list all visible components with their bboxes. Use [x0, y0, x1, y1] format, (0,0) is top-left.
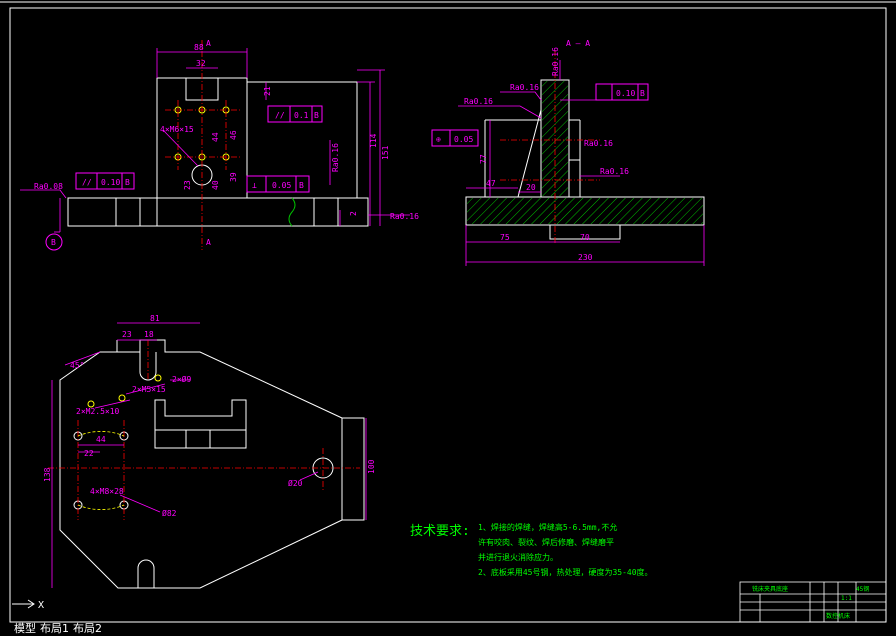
side-tol-pos-value: 0.05	[454, 135, 473, 144]
plan-dim-100: 100	[367, 459, 376, 474]
side-dim-47: 47	[486, 179, 496, 188]
title-block-title: 铣床夹具底座	[752, 585, 788, 593]
dim-46: 46	[229, 130, 238, 140]
front-break-line	[288, 197, 296, 227]
side-ra-right: Ra0.16	[600, 167, 629, 176]
tol-perp-symbol: ⊥	[252, 181, 257, 190]
plan-dim-81: 81	[150, 314, 160, 323]
tol-parallel-left-ref: B	[125, 178, 130, 187]
side-ra-mid: Ra0.16	[584, 139, 613, 148]
tech-req-line-2: 许有咬肉、裂纹、焊后修磨、焊缝磨平	[478, 537, 614, 547]
front-base-plate	[67, 197, 369, 227]
tab-model[interactable]: 模型	[14, 620, 36, 635]
plan-dim-23: 23	[122, 330, 132, 339]
side-section-label: A — A	[566, 39, 590, 48]
plan-note-2b9: 2×Ø9	[172, 374, 191, 384]
cad-drawing-canvas[interactable]: A A 88 32 21 46 44 39 40 23 2 114 151 4×…	[0, 0, 896, 632]
section-label-a-top: A	[206, 39, 211, 48]
front-view	[67, 77, 369, 227]
svg-text:X: X	[38, 600, 44, 611]
plan-right-ear	[341, 417, 365, 521]
tab-layout-2[interactable]: 布局2	[73, 620, 102, 635]
section-label-a-bottom: A	[206, 238, 211, 247]
plan-note-m5: 2×M5×15	[132, 385, 166, 394]
dim-40: 40	[211, 180, 220, 190]
ra-left: Ra0.08	[34, 182, 63, 191]
layout-tabs: 模型 布局1 布局2	[14, 620, 102, 635]
tab-layout-1[interactable]: 布局1	[40, 620, 69, 635]
tol-perp-ref: B	[299, 181, 304, 190]
side-ra-left: Ra0.16	[464, 97, 493, 106]
tech-req-line-4: 2、底板采用45号钢，热处理，硬度为35-40度。	[478, 567, 653, 577]
dim-44: 44	[211, 132, 220, 142]
ra-vertical: Ra0.16	[331, 143, 340, 172]
title-block-scale: 1:1	[841, 595, 852, 602]
plan-dim-138: 138	[43, 467, 52, 482]
dim-slot: 32	[196, 59, 206, 68]
hole-mark	[118, 394, 126, 402]
dim-151: 151	[381, 145, 390, 160]
tol-perp-value: 0.05	[272, 181, 291, 190]
tol-parallel-top-value: 0.1	[294, 111, 309, 120]
plan-view	[59, 339, 365, 589]
tech-requirements: 技术要求: 1、焊接的焊缝，焊缝高5-6.5mm,不允 许有咬肉、裂纹、焊后修磨…	[410, 522, 653, 577]
side-dim-230: 230	[578, 253, 593, 262]
plan-note-r82: Ø82	[162, 508, 177, 518]
title-block-text: 铣床夹具底座 1:1 45钢 数控机床	[752, 585, 869, 620]
plan-upright-section	[154, 399, 247, 449]
plan-dimensions	[51, 322, 367, 588]
tol-parallel-top-ref: B	[314, 111, 319, 120]
plan-note-m8: 4×M8×28	[90, 487, 124, 496]
ucs-icon: X	[12, 599, 44, 611]
dim-39: 39	[229, 172, 238, 182]
dim-2: 2	[349, 211, 358, 216]
side-ra-left-2: Ra0.16	[510, 83, 539, 92]
tol-parallel-left-value: 0.10	[101, 178, 120, 187]
tech-req-title: 技术要求:	[410, 524, 470, 539]
side-tol-top-ref: B	[640, 89, 645, 98]
dim-21: 21	[263, 86, 272, 96]
side-base-hatch	[467, 198, 703, 224]
dim-23: 23	[183, 180, 192, 190]
dim-114: 114	[369, 133, 378, 148]
plan-dim-44: 44	[96, 435, 106, 444]
plan-dim-45: 45°	[70, 361, 84, 370]
title-block-school: 数控机床	[826, 612, 850, 620]
hole-mark	[154, 374, 162, 382]
side-dim-70: 70	[580, 233, 590, 242]
side-dim-75: 75	[500, 233, 510, 242]
ra-right: Ra0.16	[390, 212, 419, 221]
plan-outline	[59, 339, 343, 589]
hole-note-m6: 4×M6×15	[160, 125, 194, 134]
front-center-lines	[165, 40, 240, 250]
tech-req-line-1: 1、焊接的焊缝，焊缝高5-6.5mm,不允	[478, 522, 617, 532]
datum-b-label: B	[51, 238, 56, 247]
side-ra-top: Ra0.16	[551, 47, 560, 76]
plan-dim-18: 18	[144, 330, 154, 339]
title-block-material: 45钢	[856, 585, 869, 593]
plan-notch-bottom	[137, 559, 155, 588]
plan-note-d20: Ø20	[288, 478, 303, 488]
tol-parallel-top-symbol: //	[275, 111, 285, 120]
plan-dim-22: 22	[84, 449, 94, 458]
tol-parallel-left-symbol: //	[82, 178, 92, 187]
side-tol-top-value: 0.10	[616, 89, 635, 98]
tech-req-line-3: 并进行退火消除应力。	[478, 552, 558, 562]
dim-width: 88	[194, 43, 204, 52]
side-dim-20: 20	[526, 183, 536, 192]
side-dim-77: 77	[479, 154, 488, 164]
side-tol-pos-symbol: ⊕	[436, 135, 441, 144]
plan-note-m2: 2×M2.5×10	[76, 407, 120, 416]
